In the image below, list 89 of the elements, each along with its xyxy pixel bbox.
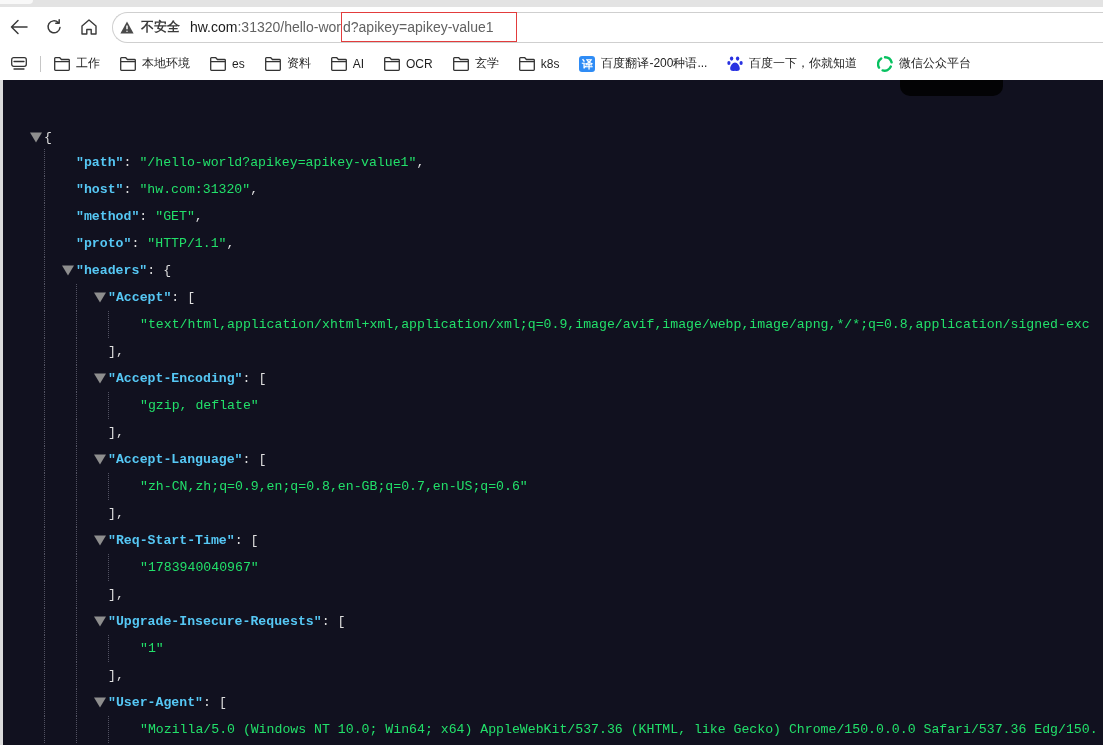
- json-bracket: [: [250, 533, 259, 548]
- json-bracket: [: [337, 614, 346, 629]
- folder-icon: [330, 56, 347, 71]
- json-string-value: "hw.com:31320": [139, 182, 251, 197]
- bookmark-item[interactable]: 百度一下，你就知道: [719, 49, 866, 78]
- panel-handle[interactable]: [900, 80, 1003, 96]
- json-comma: ,: [194, 209, 203, 224]
- url-text: :31320/hello-wor: [237, 19, 341, 35]
- home-icon: [81, 19, 97, 35]
- json-colon: :: [123, 155, 132, 170]
- bookmark-item[interactable]: 译 百度翻译-200种语...: [571, 49, 716, 78]
- json-string-value: "/hello-world?apikey=apikey-value1": [139, 155, 417, 170]
- reload-icon: [46, 19, 62, 35]
- json-comma: ,: [226, 236, 235, 251]
- json-colon: :: [131, 236, 140, 251]
- json-colon: :: [139, 209, 148, 224]
- json-colon: :: [202, 695, 211, 710]
- json-bracket: ],: [108, 425, 124, 440]
- bookmark-item[interactable]: AI: [322, 49, 373, 78]
- json-colon: :: [171, 290, 180, 305]
- triangle-toggle-icon[interactable]: [94, 535, 106, 546]
- json-bracket: [: [258, 452, 267, 467]
- json-key: "Accept": [108, 290, 172, 305]
- folder-icon: [120, 56, 136, 71]
- json-key: "method": [76, 209, 140, 224]
- json-bracket: [: [258, 371, 267, 386]
- json-string-value: "HTTP/1.1": [147, 236, 227, 251]
- json-string-value: "zh-CN,zh;q=0.9,en;q=0.8,en-GB;q=0.7,en-US;q=0.6": [140, 479, 528, 494]
- json-colon: :: [147, 263, 156, 278]
- json-bracket: [: [218, 695, 227, 710]
- json-bracket: [: [187, 290, 196, 305]
- json-colon: :: [242, 371, 251, 386]
- paw-icon: [727, 55, 744, 72]
- json-bracket: ],: [108, 506, 124, 521]
- json-comma: ,: [416, 155, 425, 170]
- triangle-toggle-icon[interactable]: [94, 373, 106, 384]
- triangle-toggle-icon[interactable]: [94, 292, 106, 303]
- folder-icon: [452, 56, 469, 71]
- json-string-value: "GET": [155, 209, 195, 224]
- json-colon: :: [242, 452, 251, 467]
- arrow-left-icon: [10, 19, 28, 35]
- folder-icon: [518, 56, 535, 71]
- triangle-toggle-icon[interactable]: [30, 131, 42, 143]
- bookmark-item[interactable]: k8s: [510, 49, 568, 78]
- json-string-value: "gzip, deflate": [140, 398, 259, 413]
- triangle-toggle-icon[interactable]: [94, 697, 106, 708]
- bookmark-item[interactable]: 工作: [46, 49, 108, 78]
- bookmark-item[interactable]: es: [202, 49, 253, 78]
- json-string-value: "text/html,application/xhtml+xml,application/xml;q=0.9,image/avif,image/webp,image/apng,*/*;q=0.8,application/signed-exc: [140, 317, 1090, 332]
- json-key: "Upgrade-Insecure-Requests": [108, 614, 322, 629]
- json-key: "User-Agent": [108, 695, 203, 710]
- json-comma: ,: [250, 182, 259, 197]
- bookmark-item[interactable]: OCR: [376, 49, 441, 78]
- json-string-value: "1783940040967": [140, 560, 259, 575]
- json-key: "proto": [76, 236, 132, 251]
- json-key: "Accept-Language": [108, 452, 243, 467]
- folder-icon: [210, 56, 226, 71]
- json-key: "Accept-Encoding": [108, 371, 243, 386]
- json-bracket: ],: [108, 668, 124, 683]
- json-colon: :: [321, 614, 330, 629]
- folder-icon: [54, 56, 70, 71]
- stacked-cards-icon: [11, 57, 27, 70]
- json-bracket: {: [44, 129, 52, 145]
- translate-logo-icon: 译: [579, 55, 596, 72]
- triangle-toggle-icon[interactable]: [94, 454, 106, 465]
- json-colon: :: [123, 182, 132, 197]
- json-colon: :: [234, 533, 243, 548]
- circular-arrows-icon: [877, 55, 894, 72]
- bookmark-item[interactable]: 资料: [256, 49, 319, 78]
- json-bracket: {: [163, 263, 172, 278]
- json-bracket: ],: [108, 344, 124, 359]
- json-key: "Req-Start-Time": [108, 533, 235, 548]
- triangle-toggle-icon[interactable]: [62, 265, 74, 276]
- bookmark-item[interactable]: 本地环境: [112, 49, 198, 78]
- json-string-value: "Mozilla/5.0 (Windows NT 10.0; Win64; x64) AppleWebKit/537.36 (KHTML, like Gecko) Chrome/150.0.0.0 Safari/537.36 Edg/150.: [140, 722, 1098, 737]
- url-text: hw.com: [190, 19, 238, 35]
- json-bracket: ],: [108, 587, 124, 602]
- security-label[interactable]: 不安全: [141, 18, 180, 36]
- bookmark-item[interactable]: 微信公众平台: [869, 49, 980, 78]
- warning-icon: [120, 20, 134, 34]
- triangle-toggle-icon[interactable]: [94, 616, 106, 627]
- json-key: "host": [76, 182, 124, 197]
- json-key: "headers": [76, 263, 148, 278]
- url-text: d?apikey=apikey-value1: [343, 19, 494, 35]
- json-string-value: "1": [140, 641, 164, 656]
- folder-icon: [264, 56, 281, 71]
- bookmark-item[interactable]: 玄学: [444, 49, 507, 78]
- folder-icon: [384, 56, 401, 71]
- json-key: "path": [76, 155, 124, 170]
